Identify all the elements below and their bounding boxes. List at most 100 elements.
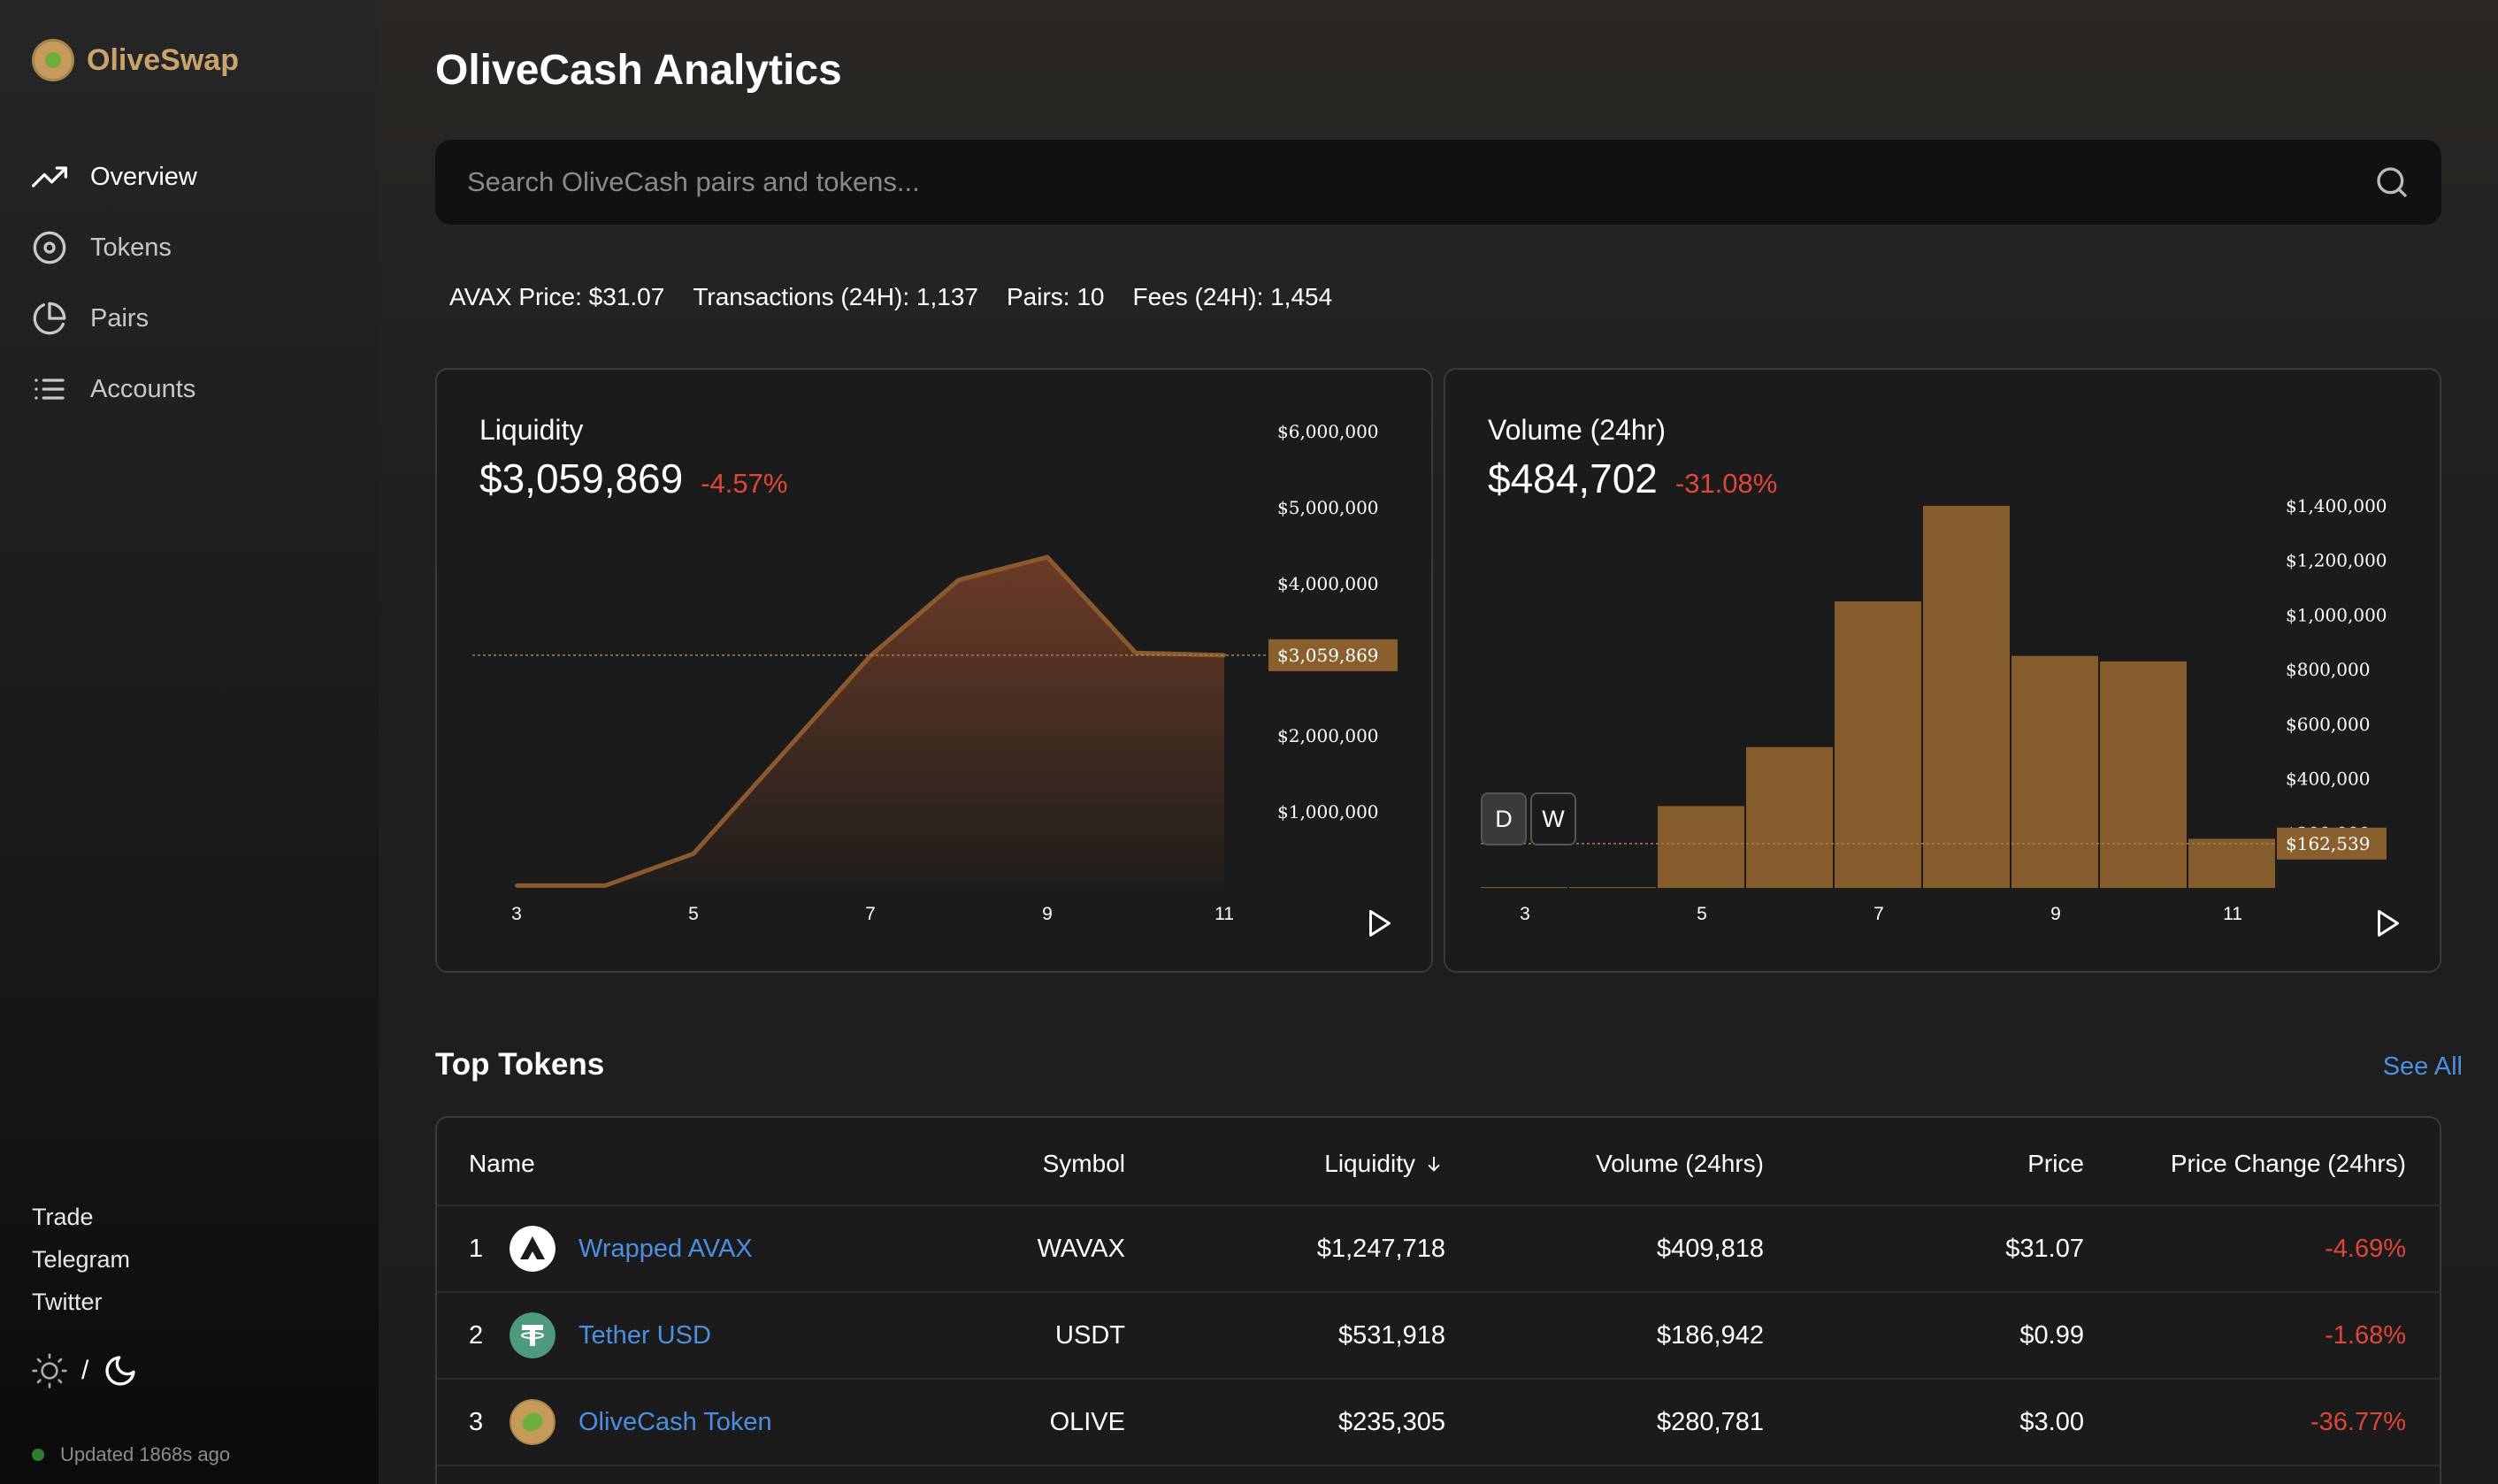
table-row[interactable]: 3 OliveCash Token OLIVE $235,305 $280,78… (437, 1380, 2440, 1466)
sun-icon[interactable] (32, 1353, 67, 1388)
moon-icon[interactable] (103, 1353, 138, 1388)
x-tick-label: 7 (1874, 904, 1884, 924)
footer-links: Trade Telegram Twitter (32, 1196, 130, 1323)
x-tick-label: 5 (1697, 904, 1707, 924)
sidebar-item-label: Pairs (90, 303, 149, 333)
pairs-stat: Pairs: 10 (1007, 283, 1105, 310)
volume-value-row: $484,702 -31.08% (1488, 455, 1777, 502)
column-header-price-change[interactable]: Price Change (24hrs) (2171, 1150, 2406, 1178)
twitter-link[interactable]: Twitter (32, 1281, 130, 1323)
global-stats: AVAX Price: $31.07 Transactions (24H): 1… (449, 283, 1332, 311)
page-title: OliveCash Analytics (435, 47, 842, 94)
telegram-link[interactable]: Telegram (32, 1238, 130, 1281)
token-rank: 1 (469, 1235, 484, 1263)
column-header-liquidity[interactable]: Liquidity (1324, 1150, 1444, 1178)
sidebar-item-accounts[interactable]: Accounts (32, 354, 197, 425)
y-tick-label: $5,000,000 (1277, 497, 1379, 518)
token-name-link[interactable]: Tether USD (579, 1321, 711, 1350)
olive-logo-icon (32, 39, 74, 81)
liquidity-point (957, 578, 961, 582)
sidebar-item-overview[interactable]: Overview (32, 142, 197, 212)
play-icon[interactable] (1364, 907, 1396, 939)
token-liquidity: $531,918 (1338, 1321, 1445, 1350)
disc-icon (33, 231, 66, 264)
update-status: Updated 1868s ago (32, 1443, 230, 1466)
avax-price-stat: AVAX Price: $31.07 (449, 283, 665, 310)
liquidity-value: $3,059,869 (479, 455, 684, 501)
liquidity-point (1134, 651, 1138, 655)
y-tick-label: $4,000,000 (1277, 573, 1379, 594)
brand-name: OliveSwap (87, 42, 239, 77)
updated-text: Updated 1868s ago (60, 1443, 231, 1465)
top-tokens-title: Top Tokens (435, 1047, 605, 1082)
token-name-link[interactable]: Wrapped AVAX (579, 1235, 753, 1264)
x-tick-label: 3 (1520, 904, 1530, 924)
transactions-stat: Transactions (24H): 1,137 (693, 283, 978, 310)
column-header-volume[interactable]: Volume (24hrs) (1596, 1150, 1764, 1178)
column-header-liquidity-label: Liquidity (1324, 1150, 1415, 1177)
search-icon[interactable] (2374, 164, 2410, 200)
liquidity-change: -4.57% (701, 468, 788, 499)
search-input[interactable] (467, 166, 2374, 198)
y-tick-label: $1,000,000 (2286, 604, 2387, 625)
token-price-change: -4.69% (2325, 1235, 2406, 1263)
token-rank: 2 (469, 1321, 484, 1350)
fees-stat: Fees (24H): 1,454 (1132, 283, 1333, 310)
x-tick-label: 3 (511, 904, 522, 924)
column-header-name[interactable]: Name (469, 1150, 535, 1178)
trending-up-icon (32, 166, 67, 187)
x-tick-label: 11 (2223, 904, 2242, 924)
x-tick-label: 9 (1042, 904, 1053, 924)
theme-separator: / (81, 1356, 89, 1385)
y-tick-label: $400,000 (2286, 769, 2370, 790)
token-price: $31.07 (2005, 1235, 2084, 1263)
token-symbol: OLIVE (1049, 1408, 1125, 1436)
token-price-change: -36.77% (2310, 1408, 2406, 1436)
token-price: $0.99 (2019, 1321, 2084, 1350)
token-name-link[interactable]: OliveCash Token (579, 1408, 772, 1437)
volume-card: $200,000$400,000$600,000$800,000$1,000,0… (1444, 368, 2441, 973)
volume-bar (1658, 806, 1744, 888)
sidebar-item-label: Overview (90, 162, 197, 191)
column-header-symbol[interactable]: Symbol (1043, 1150, 1125, 1178)
tether-icon (510, 1312, 556, 1358)
liquidity-point (515, 884, 518, 888)
volume-bar (1746, 746, 1833, 888)
sidebar-nav: Overview Tokens Pairs Accounts (32, 142, 197, 425)
x-tick-label: 5 (688, 904, 699, 924)
y-tick-label: $6,000,000 (1277, 421, 1379, 442)
y-tick-label: $2,000,000 (1277, 725, 1379, 746)
x-tick-label: 7 (865, 904, 876, 924)
daily-toggle-button[interactable]: D (1481, 792, 1527, 845)
volume-bar (2188, 838, 2275, 888)
weekly-toggle-button[interactable]: W (1530, 792, 1576, 845)
volume-title: Volume (24hr) (1488, 414, 1666, 446)
liquidity-point (692, 852, 695, 856)
olive-icon (510, 1399, 556, 1445)
token-liquidity: $235,305 (1338, 1408, 1445, 1436)
status-dot-icon (32, 1449, 44, 1461)
token-volume: $409,818 (1657, 1235, 1764, 1263)
y-tick-label: $600,000 (2286, 714, 2370, 735)
volume-change: -31.08% (1674, 468, 1778, 499)
volume-bar (1569, 887, 1656, 889)
token-liquidity: $1,247,718 (1316, 1235, 1445, 1263)
table-row[interactable]: 1 Wrapped AVAX WAVAX $1,247,718 $409,818… (437, 1206, 2440, 1293)
current-value-label: $3,059,869 (1277, 645, 1379, 666)
trade-link[interactable]: Trade (32, 1196, 130, 1238)
liquidity-value-row: $3,059,869 -4.57% (479, 455, 787, 502)
brand[interactable]: OliveSwap (32, 39, 239, 81)
see-all-link[interactable]: See All (2383, 1052, 2463, 1082)
volume-bar (1481, 887, 1567, 889)
liquidity-point (780, 753, 784, 757)
column-header-price[interactable]: Price (2027, 1150, 2084, 1178)
liquidity-card: $1,000,000 $2,000,000 $4,000,000 $5,000,000… (435, 368, 1433, 973)
sidebar: OliveSwap Overview Tokens Pairs Accounts… (0, 0, 379, 1484)
sidebar-item-tokens[interactable]: Tokens (32, 212, 197, 283)
volume-bar (2011, 655, 2098, 888)
play-icon[interactable] (2372, 907, 2404, 939)
table-row[interactable]: 2 Tether USD USDT $531,918 $186,942 $0.9… (437, 1293, 2440, 1380)
sidebar-item-pairs[interactable]: Pairs (32, 283, 197, 354)
volume-bar (1923, 506, 2010, 888)
y-tick-label: $800,000 (2286, 659, 2370, 680)
